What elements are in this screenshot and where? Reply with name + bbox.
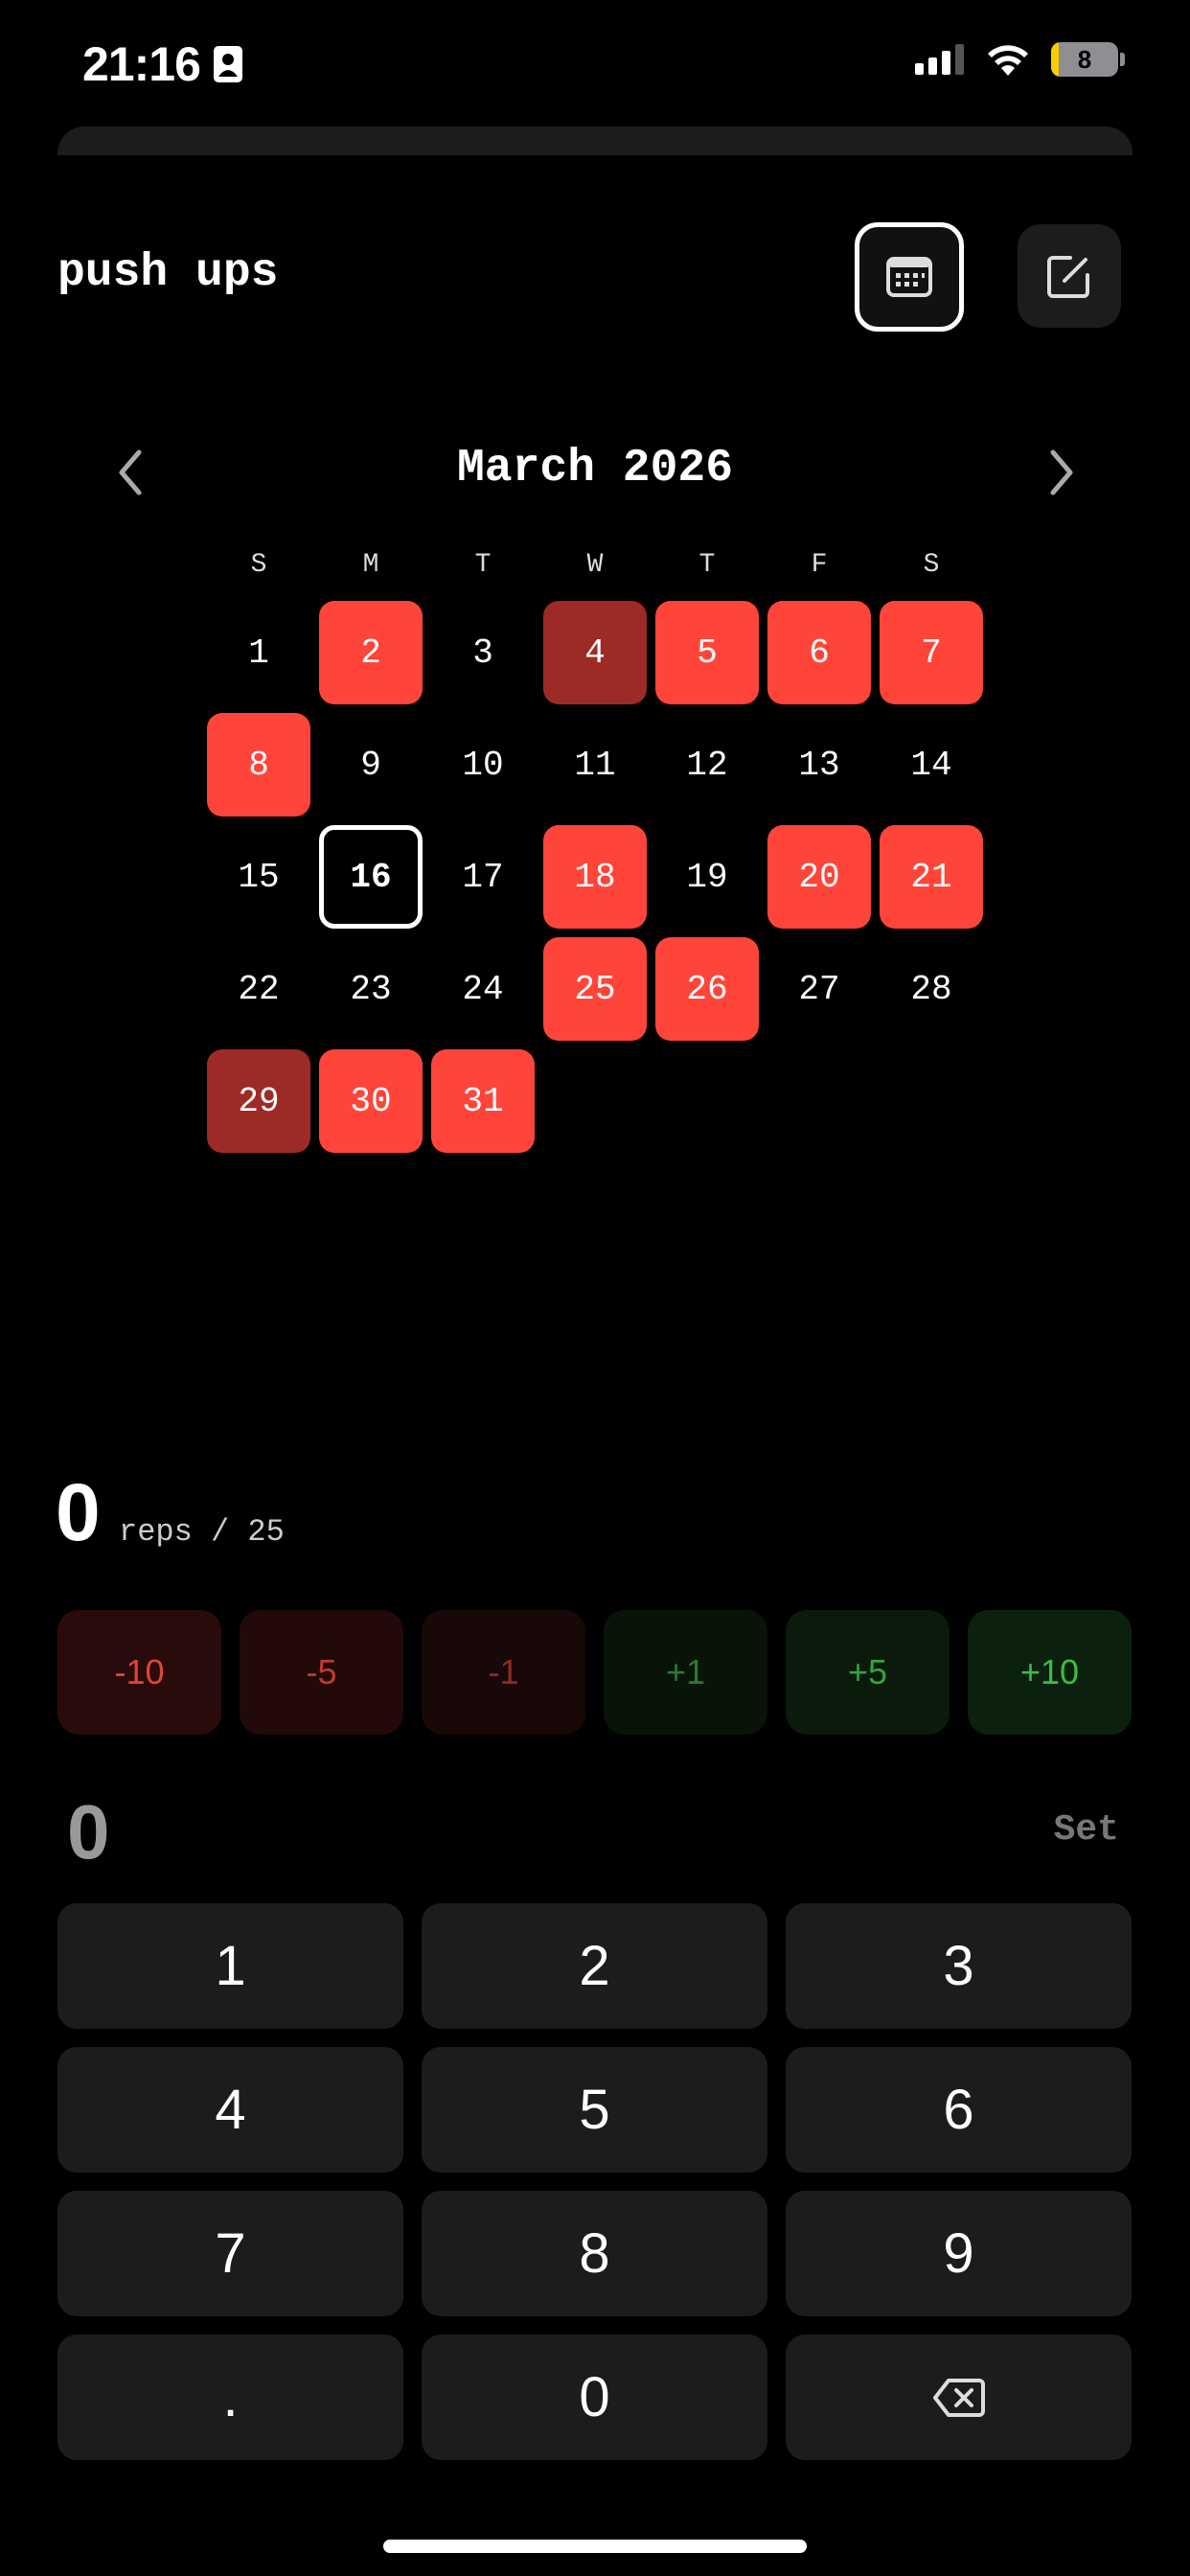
backspace-key[interactable] [786, 2334, 1132, 2460]
calendar-day-3[interactable]: 3 [431, 601, 535, 704]
calendar-day-23[interactable]: 23 [319, 937, 423, 1041]
chevron-right-icon [1050, 449, 1073, 495]
calendar-day-14[interactable]: 14 [880, 713, 983, 816]
calendar-day-26[interactable]: 26 [655, 937, 759, 1041]
weekday-header: S [923, 549, 940, 580]
adjust-button-plus10[interactable]: +10 [968, 1610, 1132, 1735]
weekday-header: T [474, 549, 492, 580]
calendar-day-10[interactable]: 10 [431, 713, 535, 816]
key-1[interactable]: 1 [57, 1903, 403, 2029]
key-9[interactable]: 9 [786, 2191, 1132, 2316]
calendar-day-22[interactable]: 22 [207, 937, 310, 1041]
calendar-day-31[interactable]: 31 [431, 1049, 535, 1153]
battery-level: 8 [1077, 44, 1092, 74]
calendar-view-button[interactable] [855, 222, 964, 332]
calendar-day-2[interactable]: 2 [319, 601, 423, 704]
calendar-day-12[interactable]: 12 [655, 713, 759, 816]
backspace-icon [932, 2378, 985, 2417]
month-label: March 2026 [456, 443, 734, 494]
adjust-buttons-row: -10 -5 -1 +1 +5 +10 [57, 1610, 1132, 1735]
edit-icon [1047, 256, 1089, 298]
weekday-header: F [811, 549, 828, 580]
adjust-button-minus1[interactable]: -1 [422, 1610, 585, 1735]
weekday-header: M [362, 549, 379, 580]
key-8[interactable]: 8 [422, 2191, 767, 2316]
key-6[interactable]: 6 [786, 2047, 1132, 2173]
calendar-day-9[interactable]: 9 [319, 713, 423, 816]
calendar-day-11[interactable]: 11 [543, 713, 647, 816]
key-4[interactable]: 4 [57, 2047, 403, 2173]
key-decimal[interactable]: . [57, 2334, 403, 2460]
calendar-day-18[interactable]: 18 [543, 825, 647, 929]
weekday-header: W [586, 549, 604, 580]
battery-icon: 8 [1051, 42, 1118, 77]
key-0[interactable]: 0 [422, 2334, 767, 2460]
key-7[interactable]: 7 [57, 2191, 403, 2316]
calendar-day-15[interactable]: 15 [207, 825, 310, 929]
calendar-day-29[interactable]: 29 [207, 1049, 310, 1153]
contact-card-icon [213, 46, 242, 82]
entry-value: 0 [67, 1789, 110, 1874]
reps-goal-label: reps / 25 [119, 1514, 285, 1550]
calendar-day-20[interactable]: 20 [767, 825, 871, 929]
home-indicator [383, 2540, 807, 2553]
battery-tip [1120, 53, 1125, 66]
calendar-day-30[interactable]: 30 [319, 1049, 423, 1153]
status-time-label: 21:16 [82, 37, 201, 91]
sheet-handle-area [57, 126, 1133, 155]
calendar-day-21[interactable]: 21 [880, 825, 983, 929]
calendar-day-25[interactable]: 25 [543, 937, 647, 1041]
numeric-keypad: 123 456 789.0 [57, 1903, 1132, 2460]
calendar-icon [886, 257, 932, 297]
key-2[interactable]: 2 [422, 1903, 767, 2029]
set-button[interactable]: Set [1054, 1809, 1119, 1851]
adjust-button-minus10[interactable]: -10 [57, 1610, 221, 1735]
status-time: 21:16 [82, 36, 242, 92]
wifi-icon [988, 45, 1028, 76]
key-3[interactable]: 3 [786, 1903, 1132, 2029]
adjust-button-minus5[interactable]: -5 [240, 1610, 403, 1735]
calendar-day-27[interactable]: 27 [767, 937, 871, 1041]
status-indicators: 8 [915, 42, 1125, 77]
weekday-header: T [698, 549, 716, 580]
calendar-day-1[interactable]: 1 [207, 601, 310, 704]
edit-button[interactable] [1018, 224, 1121, 328]
calendar-day-19[interactable]: 19 [655, 825, 759, 929]
calendar-day-13[interactable]: 13 [767, 713, 871, 816]
calendar-day-17[interactable]: 17 [431, 825, 535, 929]
weekday-header: S [250, 549, 267, 580]
page-title: push ups [57, 247, 279, 299]
adjust-button-plus1[interactable]: +1 [604, 1610, 767, 1735]
calendar-day-16[interactable]: 16 [319, 825, 423, 929]
calendar-day-28[interactable]: 28 [880, 937, 983, 1041]
key-5[interactable]: 5 [422, 2047, 767, 2173]
reps-count: 0 [56, 1467, 101, 1557]
cellular-signal-icon [915, 44, 964, 75]
calendar-day-8[interactable]: 8 [207, 713, 310, 816]
adjust-button-plus5[interactable]: +5 [786, 1610, 950, 1735]
next-month-button[interactable] [1033, 439, 1090, 506]
calendar-grid: S M T W T F S 1 2 3 4 5 6 7 8 9 10 11 12 13 14 15 16 17 18 19 20 21… [207, 537, 983, 1153]
calendar-day-5[interactable]: 5 [655, 601, 759, 704]
calendar-day-24[interactable]: 24 [431, 937, 535, 1041]
calendar-day-4[interactable]: 4 [543, 601, 647, 704]
calendar-day-7[interactable]: 7 [880, 601, 983, 704]
calendar-day-6[interactable]: 6 [767, 601, 871, 704]
